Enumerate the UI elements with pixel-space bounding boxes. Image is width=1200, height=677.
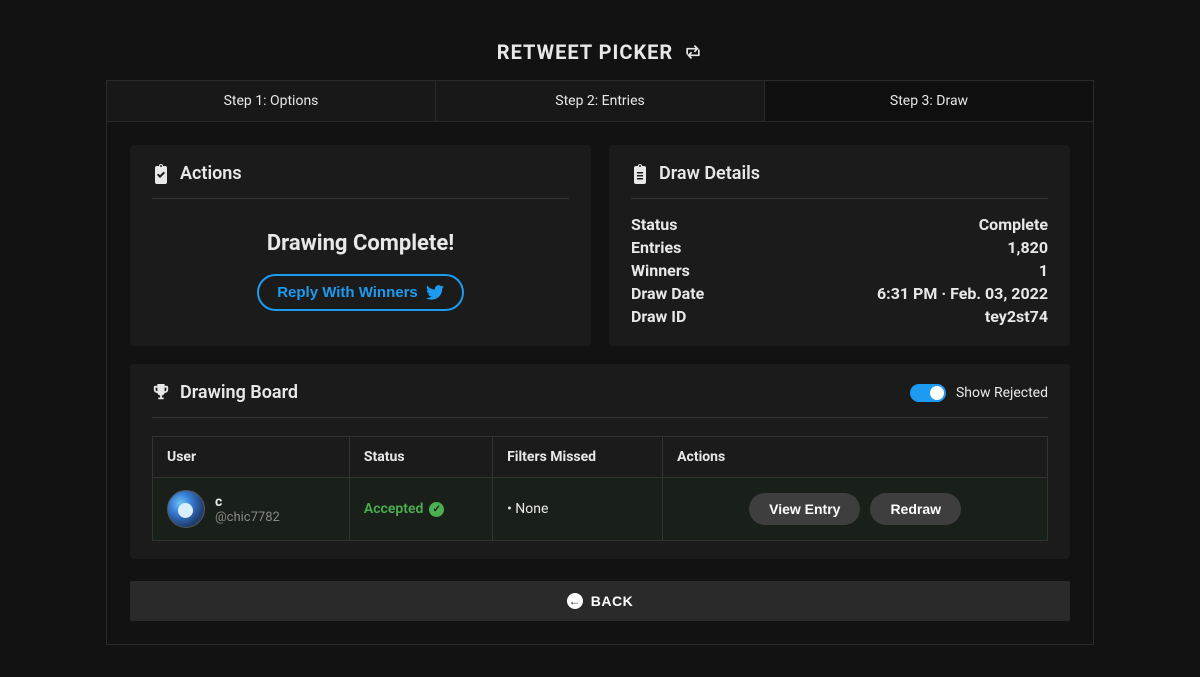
twitter-icon xyxy=(426,285,444,300)
status-value: Complete xyxy=(979,215,1048,234)
filters-missed-value: • None xyxy=(493,478,663,541)
actions-card: Actions Drawing Complete! Reply With Win… xyxy=(130,145,591,346)
clipboard-icon xyxy=(152,164,170,184)
page-title-text: RETWEET PICKER xyxy=(497,40,673,64)
tab-step-1-options[interactable]: Step 1: Options xyxy=(107,81,436,121)
drawing-board-table: User Status Filters Missed Actions xyxy=(152,436,1048,541)
user-display-name: c xyxy=(215,494,280,510)
drawing-board-card: Drawing Board Show Rejected User Status xyxy=(130,364,1070,559)
tab-step-3-draw[interactable]: Step 3: Draw xyxy=(765,81,1093,121)
drawing-complete-text: Drawing Complete! xyxy=(152,231,569,256)
drawing-board-title: Drawing Board xyxy=(180,382,298,403)
avatar xyxy=(167,490,205,528)
draw-id-value: tey2st74 xyxy=(985,307,1048,326)
winners-label: Winners xyxy=(631,261,690,280)
entries-value: 1,820 xyxy=(1007,238,1048,257)
col-status: Status xyxy=(349,437,492,478)
draw-date-value: 6:31 PM · Feb. 03, 2022 xyxy=(877,284,1048,303)
user-handle: @chic7782 xyxy=(215,510,280,525)
reply-with-winners-button[interactable]: Reply With Winners xyxy=(257,274,464,311)
draw-details-card: Draw Details Status Complete Entries 1,8… xyxy=(609,145,1070,346)
show-rejected-label: Show Rejected xyxy=(956,385,1048,401)
trophy-icon xyxy=(152,384,170,402)
draw-id-label: Draw ID xyxy=(631,307,686,326)
back-button[interactable]: ← BACK xyxy=(130,581,1070,621)
retweet-icon xyxy=(683,44,703,60)
page-title: RETWEET PICKER xyxy=(0,40,1200,64)
redraw-button[interactable]: Redraw xyxy=(870,493,961,525)
tab-step-2-entries[interactable]: Step 2: Entries xyxy=(436,81,765,121)
back-button-label: BACK xyxy=(591,593,633,609)
view-entry-button[interactable]: View Entry xyxy=(749,493,860,525)
table-row: c @chic7782 Accepted ✓ xyxy=(153,478,1048,541)
status-badge: Accepted ✓ xyxy=(364,501,444,517)
actions-title: Actions xyxy=(180,163,242,184)
back-arrow-icon: ← xyxy=(567,593,583,609)
check-icon: ✓ xyxy=(429,502,444,517)
clipboard-list-icon xyxy=(631,164,649,184)
col-actions: Actions xyxy=(663,437,1048,478)
step-tabs: Step 1: Options Step 2: Entries Step 3: … xyxy=(106,80,1094,121)
show-rejected-toggle[interactable] xyxy=(910,384,946,402)
entries-label: Entries xyxy=(631,238,681,257)
draw-details-title: Draw Details xyxy=(659,163,760,184)
draw-date-label: Draw Date xyxy=(631,284,704,303)
status-text: Accepted xyxy=(364,501,423,517)
winners-value: 1 xyxy=(1039,261,1048,280)
status-label: Status xyxy=(631,215,677,234)
col-filters-missed: Filters Missed xyxy=(493,437,663,478)
reply-button-label: Reply With Winners xyxy=(277,284,418,301)
col-user: User xyxy=(153,437,350,478)
